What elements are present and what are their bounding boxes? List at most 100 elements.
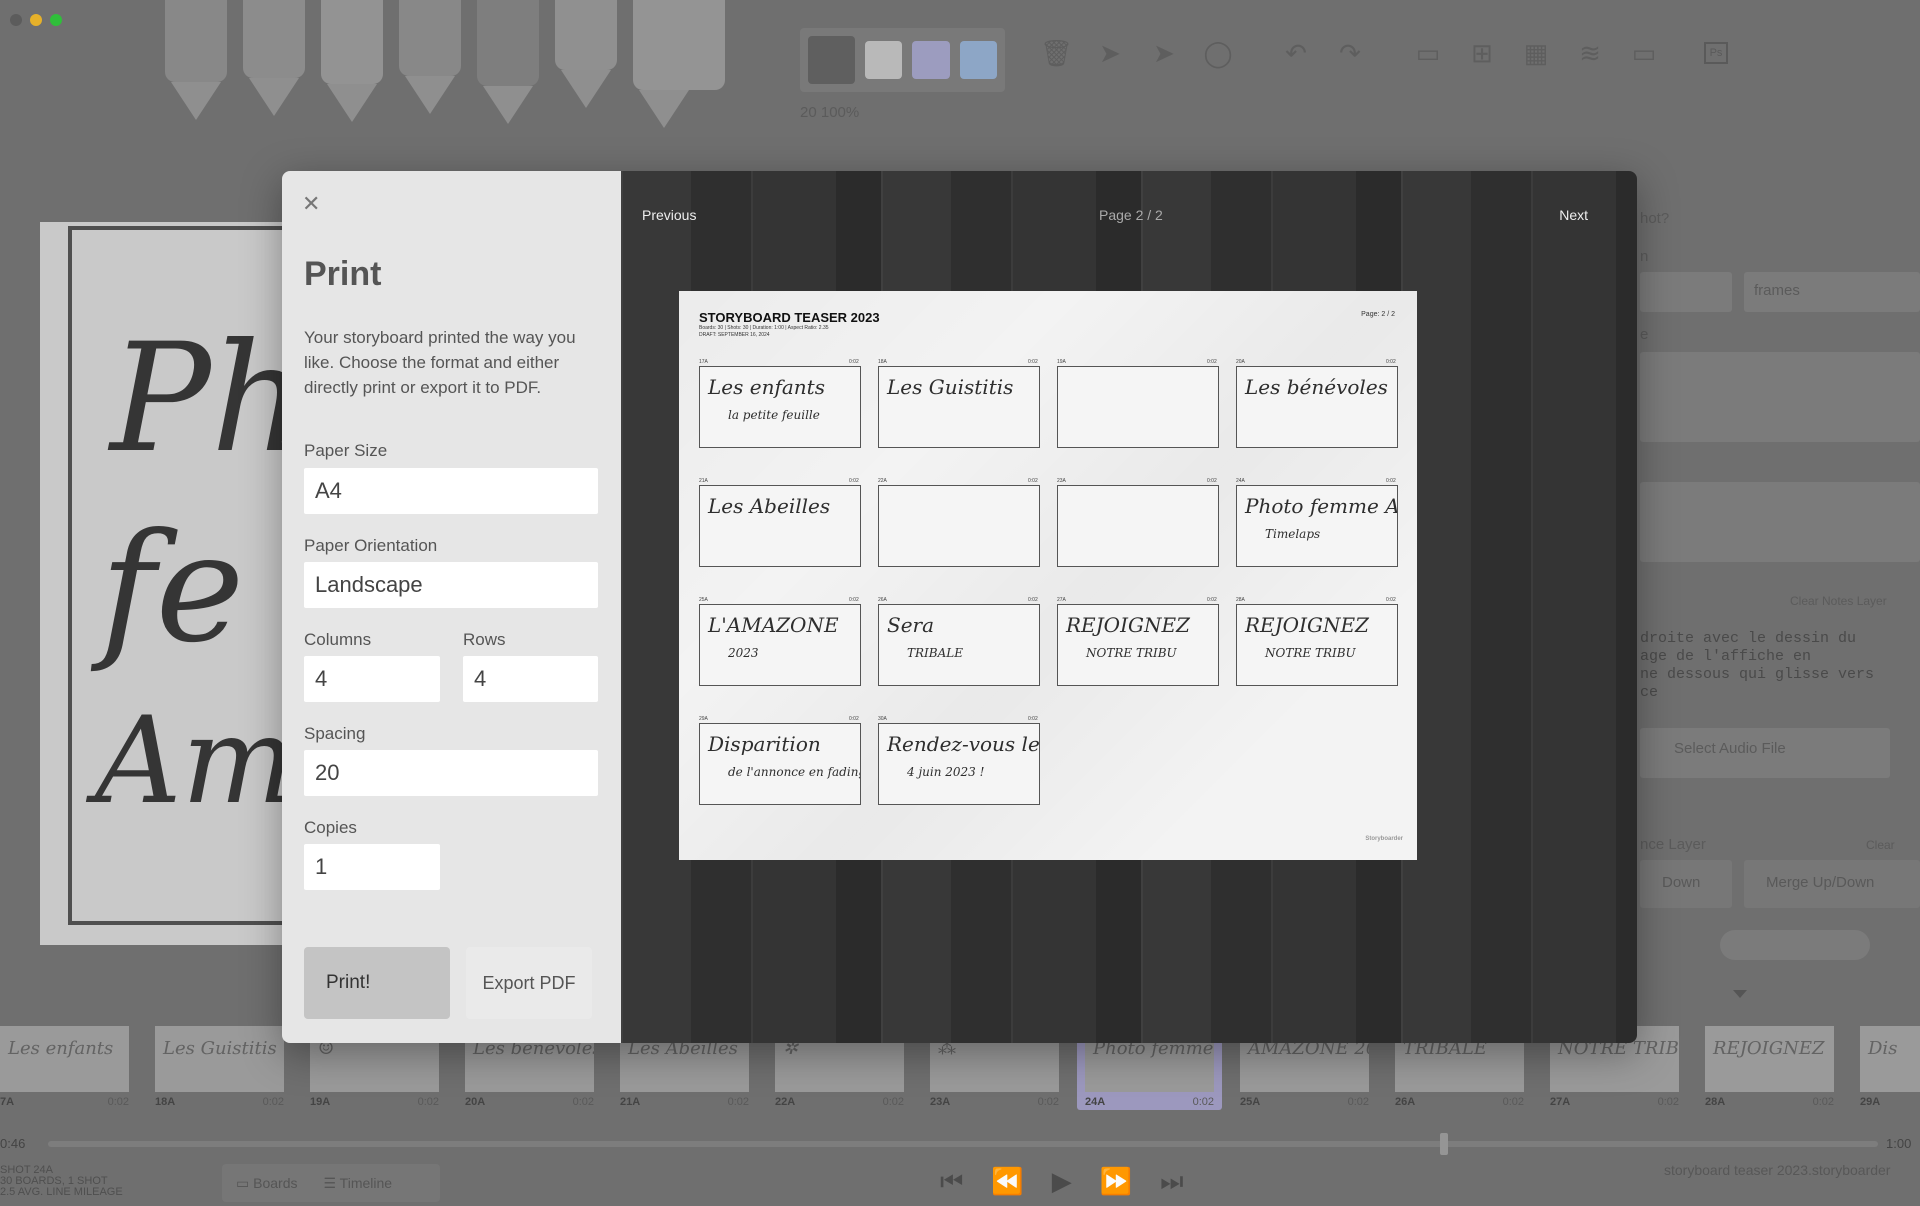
preview-title: STORYBOARD TEASER 2023	[699, 310, 880, 325]
merge-up-down-label: Merge Up/Down	[1766, 874, 1875, 891]
page-indicator: Page 2 / 2	[1099, 207, 1163, 223]
clear-notes-layer-button[interactable]: Clear Notes Layer	[1790, 594, 1887, 608]
columns-input[interactable]: 4	[304, 656, 440, 702]
canvas-sketch-line-2: fe	[100, 502, 245, 676]
window-minimize-button[interactable]	[30, 14, 42, 26]
close-icon[interactable]: ✕	[302, 193, 320, 215]
board-sketch-subtext: 2023	[728, 646, 759, 660]
active-color-swatch[interactable]	[808, 36, 856, 84]
lasso-icon[interactable]: ◯	[1202, 38, 1234, 69]
board-sketch-subtext: NOTRE TRIBU	[1086, 646, 1177, 660]
board-sketch-text: Les enfants	[708, 375, 825, 399]
board-thumbnail[interactable]: Dis29A0:02	[1852, 1022, 1920, 1110]
pen-tool[interactable]	[321, 0, 383, 122]
paper-size-label: Paper Size	[304, 441, 388, 460]
preview-meta-line: Boards: 30 | Shots: 30 | Duration: 1:00 …	[699, 325, 829, 331]
skip-back-icon[interactable]: ⏮	[940, 1166, 963, 1198]
color-swatch-2[interactable]	[912, 41, 950, 79]
notes-text[interactable]: droite avec le dessin du age de l'affich…	[1640, 630, 1874, 702]
board-sketch-text: Les Guistitis	[887, 375, 1014, 399]
fast-forward-icon[interactable]: ⏩	[1100, 1166, 1132, 1198]
undo-icon[interactable]: ↶	[1280, 38, 1312, 69]
grid-1-icon[interactable]: ▭	[1412, 38, 1444, 69]
grid-3-icon[interactable]: ▦	[1520, 38, 1552, 69]
clear-layer-button[interactable]: Clear	[1866, 838, 1895, 852]
board-number: 17A	[699, 359, 708, 365]
thumbnail-duration: 0:02	[417, 1096, 439, 1108]
scrubber-handle[interactable]	[1440, 1133, 1448, 1155]
color-swatch-3[interactable]	[959, 41, 997, 79]
trash-icon[interactable]: 🗑	[1040, 38, 1073, 69]
paper-orientation-select[interactable]: Landscape	[304, 562, 598, 608]
opacity-slider[interactable]	[1720, 930, 1870, 960]
inspector-frames-field[interactable]: frames	[1744, 272, 1920, 312]
board-sketch-subtext: Timelaps	[1265, 527, 1321, 541]
drawing-tools	[165, 0, 725, 128]
notes-line: ce	[1640, 684, 1659, 701]
inspector-action-field[interactable]	[1640, 482, 1920, 562]
main-canvas[interactable]: Ph fe Am	[40, 222, 308, 945]
brush-tool[interactable]	[399, 0, 461, 114]
thumbnail-label: 21A	[620, 1096, 641, 1108]
color-swatch-1[interactable]	[865, 41, 903, 79]
rewind-icon[interactable]: ⏪	[991, 1166, 1023, 1198]
time-start: 0:46	[0, 1136, 26, 1151]
window-maximize-button[interactable]	[50, 14, 62, 26]
rows-input[interactable]: 4	[463, 656, 598, 702]
preview-board	[1057, 366, 1219, 448]
pencil-tool[interactable]	[243, 0, 305, 116]
notes-line: age de l'affiche en	[1640, 648, 1812, 665]
copies-input[interactable]: 1	[304, 844, 440, 890]
next-page-button[interactable]: Next	[1559, 207, 1588, 223]
notes-line: ne dessous qui glisse vers	[1640, 666, 1875, 683]
preview-board: Les Abeilles	[699, 485, 861, 567]
caption-icon[interactable]: ▭	[1628, 38, 1660, 69]
board-thumbnail[interactable]: REJOIGNEZ 28A 0:02	[1697, 1022, 1842, 1110]
preview-meta-line: DRAFT: SEPTEMBER 16, 2024	[699, 332, 770, 338]
eraser-tool[interactable]	[633, 0, 725, 128]
thumbnail-duration: 0:02	[262, 1096, 284, 1108]
window-close-button[interactable]	[10, 14, 22, 26]
marker-tool[interactable]	[555, 0, 617, 108]
board-sketch-subtext: NOTRE TRIBU	[1265, 646, 1356, 660]
paper-size-select[interactable]: A4	[304, 468, 598, 514]
notes-line: droite avec le dessin du	[1640, 630, 1857, 647]
timeline-expand-icon[interactable]	[1733, 990, 1747, 998]
scale-icon[interactable]: ➤	[1148, 38, 1180, 69]
board-sketch-subtext: de l'annonce en fading	[728, 765, 861, 779]
print-settings-panel: ✕ Print Your storyboard printed the way …	[282, 171, 621, 1043]
play-icon[interactable]: ▶	[1052, 1166, 1072, 1198]
color-swatches	[800, 28, 1005, 92]
thumbnail-sketch: Les Guistitis	[155, 1026, 284, 1092]
inspector-field-a[interactable]	[1640, 272, 1732, 312]
photoshop-icon[interactable]: Ps	[1704, 42, 1728, 64]
tab-boards[interactable]: ▭ Boards	[236, 1175, 297, 1192]
merge-down-label: Down	[1662, 874, 1701, 891]
board-thumbnail[interactable]: Les Guistitis 18A 0:02	[147, 1022, 292, 1110]
redo-icon[interactable]: ↷	[1334, 38, 1366, 69]
layers-icon[interactable]: ≋	[1574, 38, 1606, 69]
merge-down-button[interactable]: Down	[1640, 860, 1732, 908]
note-pen-tool[interactable]	[477, 0, 539, 124]
merge-up-down-button[interactable]: Merge Up/Down	[1744, 860, 1920, 908]
grid-2-icon[interactable]: ⊞	[1466, 38, 1498, 69]
board-sketch-text: Les Abeilles	[708, 494, 831, 518]
board-number: 22A	[878, 478, 887, 484]
board-duration: 0:02	[849, 478, 859, 484]
spacing-input[interactable]: 20	[304, 750, 598, 796]
export-pdf-button[interactable]: Export PDF	[466, 947, 592, 1019]
skip-forward-icon[interactable]: ⏭	[1160, 1166, 1183, 1198]
board-number: 25A	[699, 597, 708, 603]
move-icon[interactable]: ➤	[1094, 38, 1126, 69]
thumbnail-duration: 0:02	[727, 1096, 749, 1108]
board-inspector: hot? n frames e Clear Notes Layer droite…	[1640, 200, 1920, 980]
timeline-scrubber[interactable]	[48, 1133, 1878, 1155]
light-pencil-tool[interactable]	[165, 0, 227, 120]
previous-page-button[interactable]: Previous	[642, 207, 696, 223]
thumbnail-label: 27A	[1550, 1096, 1571, 1108]
board-number: 26A	[878, 597, 887, 603]
print-button[interactable]: Print!	[304, 947, 450, 1019]
tab-timeline[interactable]: ☰ Timeline	[323, 1175, 392, 1192]
board-thumbnail[interactable]: Les enfants 7A 0:02	[0, 1022, 137, 1110]
inspector-dialogue-field[interactable]	[1640, 352, 1920, 442]
